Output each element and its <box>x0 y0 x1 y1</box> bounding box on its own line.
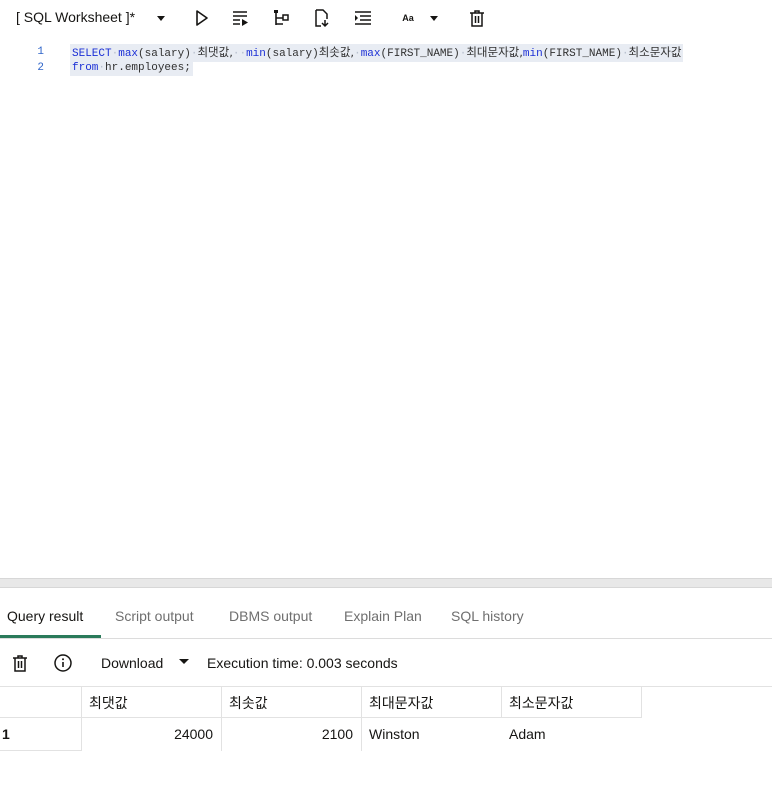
trash-icon[interactable] <box>465 7 489 29</box>
row-number[interactable]: 1 <box>0 718 82 751</box>
format-icon[interactable] <box>351 7 375 29</box>
chevron-down-icon[interactable] <box>178 655 190 669</box>
sql-editor[interactable]: 1 SELECT·max(salary)·최댓값,··min(salary)최솟… <box>0 40 772 578</box>
result-toolbar: Download Execution time: 0.003 seconds <box>0 640 772 687</box>
tab-query-result[interactable]: Query result <box>7 608 83 624</box>
table-cell[interactable]: Adam <box>501 718 642 751</box>
worksheet-toolbar: [ SQL Worksheet ]* Aa <box>0 0 772 36</box>
font-size-label: Aa <box>402 13 414 23</box>
code-token: (FIRST_NAME) <box>380 48 460 60</box>
worksheet-title[interactable]: [ SQL Worksheet ]* <box>16 9 135 25</box>
code-token: (salary) <box>265 48 319 60</box>
output-tabs: Query result Script output DBMS output E… <box>0 596 772 639</box>
code-token: max <box>118 48 139 60</box>
code-token: min <box>522 48 543 60</box>
line-number: 1 <box>37 46 44 58</box>
chevron-down-icon[interactable] <box>422 7 446 29</box>
chevron-down-icon[interactable] <box>154 9 168 27</box>
code-token: 최대문자값, <box>466 45 523 59</box>
row-number-header <box>0 686 82 718</box>
tab-dbms-output[interactable]: DBMS output <box>229 608 312 624</box>
editor-line[interactable]: 1 SELECT·max(salary)·최댓값,··min(salary)최솟… <box>0 44 772 62</box>
code-line-2[interactable]: from·hr.employees; <box>70 60 193 76</box>
code-token: from <box>72 62 99 74</box>
editor-line[interactable]: 2 from·hr.employees; <box>0 60 772 76</box>
info-icon[interactable] <box>53 653 73 673</box>
table-cell[interactable]: 2100 <box>221 718 362 751</box>
code-token: (salary) <box>138 48 191 60</box>
code-token: 최솟값, <box>318 45 355 59</box>
code-token: hr.employees; <box>105 62 191 74</box>
run-script-icon[interactable] <box>229 7 253 29</box>
table-cell[interactable]: Winston <box>361 718 502 751</box>
code-token: SELECT <box>72 48 112 60</box>
code-token: 최소문자값 <box>628 45 682 59</box>
panel-splitter[interactable] <box>0 578 772 588</box>
execution-time: Execution time: 0.003 seconds <box>207 655 398 671</box>
run-icon[interactable] <box>189 7 213 29</box>
table-cell[interactable]: 24000 <box>81 718 222 751</box>
column-header[interactable]: 최대문자값 <box>361 686 502 718</box>
tab-sql-history[interactable]: SQL history <box>451 608 524 624</box>
column-header[interactable]: 최댓값 <box>81 686 222 718</box>
code-token: min <box>246 48 266 60</box>
code-token: (FIRST_NAME) <box>542 48 622 60</box>
tab-explain-plan[interactable]: Explain Plan <box>344 608 422 624</box>
download-script-icon[interactable] <box>309 7 333 29</box>
tab-script-output[interactable]: Script output <box>115 608 194 624</box>
trash-icon[interactable] <box>10 653 30 673</box>
download-button[interactable]: Download <box>101 655 163 671</box>
font-size-icon[interactable]: Aa <box>396 7 420 29</box>
explain-plan-icon[interactable] <box>269 7 293 29</box>
line-number: 2 <box>37 62 44 74</box>
column-header[interactable]: 최소문자값 <box>501 686 642 718</box>
code-token: max <box>360 48 381 60</box>
active-tab-indicator <box>0 635 101 638</box>
code-token: 최댓값, <box>197 45 233 59</box>
column-header[interactable]: 최솟값 <box>221 686 362 718</box>
